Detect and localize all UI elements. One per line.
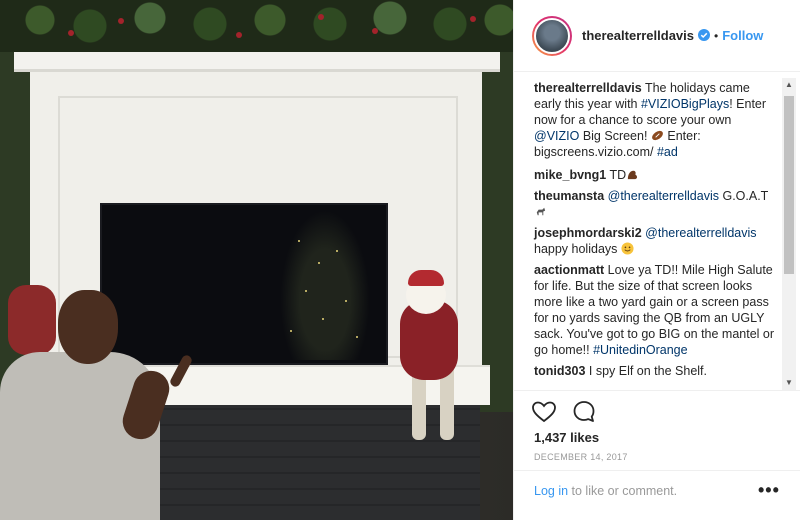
light [356,336,358,338]
berry [470,16,476,22]
berry [68,30,74,36]
avatar[interactable] [532,15,572,56]
garland-right [480,52,513,412]
mention-link[interactable]: @therealterrelldavis [608,189,719,203]
comment-username[interactable]: mike_bvng1 [534,168,606,182]
mention-link[interactable]: @VIZIO [534,129,579,143]
separator-dot: • [714,28,719,43]
login-link[interactable]: Log in [534,484,568,498]
hashtag-link[interactable]: #UnitedinOrange [593,343,688,357]
light [305,290,307,292]
hashtag-link[interactable]: #VIZIOBigPlays [641,97,729,111]
username-text[interactable]: therealterrelldavis [582,28,694,43]
light [318,262,320,264]
post-side-panel: therealterrelldavis • Follow therealterr… [513,0,800,520]
comment-bubble-icon[interactable] [570,398,598,426]
berry [318,14,324,20]
mention-link[interactable]: @therealterrelldavis [645,226,756,240]
light [336,250,338,252]
comment-username[interactable]: theumansta [534,189,604,203]
scroll-up-arrow-icon[interactable]: ▲ [784,80,794,90]
berry [236,32,242,38]
login-prompt: Log in to like or comment. [534,484,677,498]
login-prompt-text: to like or comment. [568,484,678,498]
comment-item: mike_bvng1 TD [514,167,800,183]
comment-text: Big Screen! [579,129,651,143]
scrollbar-thumb[interactable] [784,96,794,274]
comment-item: theumansta @therealterrelldavis G.O.A.T [514,188,800,220]
smiling-face-emoji-icon [621,242,634,255]
football-emoji-icon [652,130,663,141]
action-bar [530,398,598,426]
garland [0,0,513,52]
comment-username[interactable]: aactionmatt [534,263,604,277]
header-username[interactable]: therealterrelldavis [582,28,711,43]
divider [514,390,800,391]
person [0,290,194,520]
divider [514,470,800,471]
likes-count[interactable]: 1,437 likes [534,430,599,445]
comment-text: TD [606,168,627,182]
caption: therealterrelldavis The holidays came ea… [514,72,800,160]
comment-username[interactable]: josephmordarski2 [534,226,642,240]
heart-icon[interactable] [530,398,558,426]
comment-text: I spy Elf on the Shelf. [585,364,708,378]
scroll-down-arrow-icon[interactable]: ▼ [784,378,794,388]
follow-button[interactable]: Follow [722,28,763,43]
snowman-hat [408,270,444,286]
post-photo [0,0,513,520]
hashtag-link[interactable]: #ad [657,145,678,159]
post-date: DECEMBER 14, 2017 [534,452,628,462]
post-header: therealterrelldavis • Follow [514,0,800,72]
comment-item: tonid303 I spy Elf on the Shelf. [514,363,800,379]
comment-text: G.O.A.T [719,189,769,203]
comments-list[interactable]: therealterrelldavis The holidays came ea… [514,72,800,390]
flexed-arm-emoji-icon [628,170,638,180]
light [290,330,292,332]
comment-item: josephmordarski2 @therealterrelldavis ha… [514,225,800,257]
comment-username[interactable]: tonid303 [534,364,585,378]
more-options-icon[interactable]: ••• [758,480,780,501]
goat-emoji-icon [536,207,546,216]
person-head [58,290,118,364]
comment-item: aactionmatt Love ya TD!! Mile High Salut… [514,262,800,358]
verified-badge-icon [698,29,711,41]
comment-username[interactable]: therealterrelldavis [534,81,642,95]
berry [118,18,124,24]
comment-text: happy holidays [534,242,621,256]
berry [372,28,378,34]
light [322,318,324,320]
light [298,240,300,242]
light [345,300,347,302]
